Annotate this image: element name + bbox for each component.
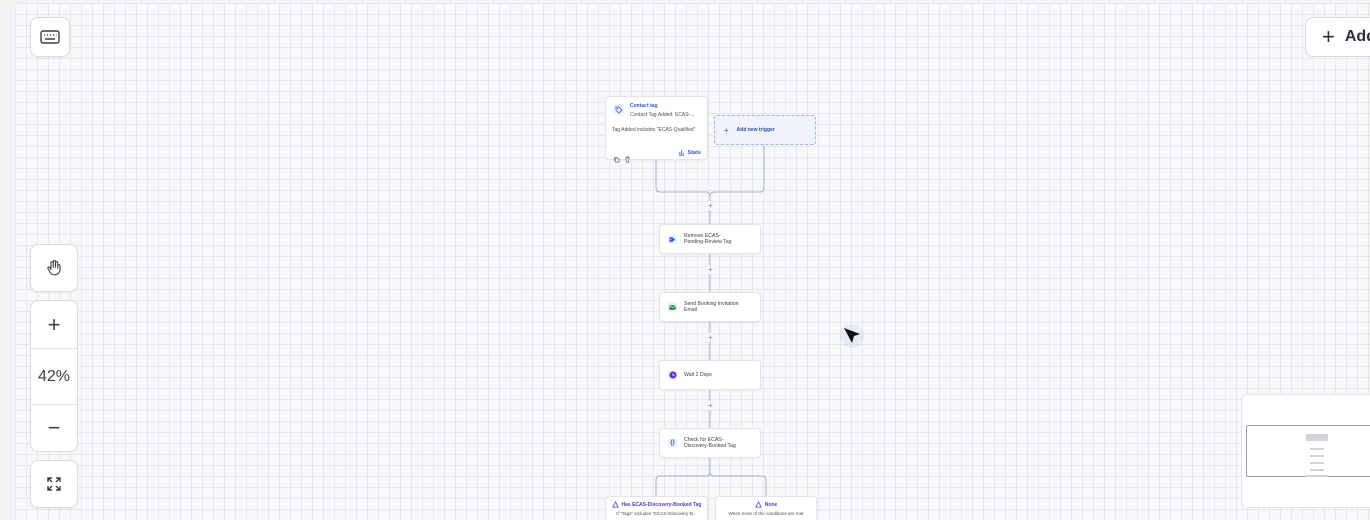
minimap-step — [1310, 469, 1324, 471]
trigger-condition: Tag Added includes "ECAS-Qualified" — [612, 127, 696, 133]
workflow-canvas[interactable]: + + + + Contact tag Contact Tag Added: E… — [15, 3, 1370, 520]
add-step-button[interactable]: + — [706, 265, 715, 274]
more-options-icon[interactable]: ··· — [748, 304, 755, 310]
branch-icon — [611, 501, 619, 508]
add-button-label: Add — [1344, 28, 1370, 45]
bar-chart-icon — [678, 150, 684, 156]
trigger-subtitle: Contact Tag Added: ECAS-... — [630, 112, 695, 118]
minimap-step — [1310, 455, 1324, 457]
tag-remove-icon — [668, 234, 677, 244]
more-options-icon[interactable]: ··· — [748, 236, 755, 242]
cursor-icon — [840, 322, 868, 350]
zoom-out-button[interactable]: − — [31, 405, 77, 451]
keyboard-icon — [40, 30, 60, 44]
action-label: Wait 2 Days — [684, 371, 712, 378]
add-step-button[interactable]: + — [706, 333, 715, 342]
zoom-in-button[interactable]: + — [31, 301, 77, 349]
more-options-icon[interactable]: ··· — [748, 440, 755, 446]
branch-subtitle: When none of the conditions are met — [728, 511, 804, 516]
add-trigger-node[interactable]: + Add new trigger — [714, 115, 816, 145]
branch-title: None — [764, 501, 778, 508]
branch-title: Has ECAS-Discovery-Booked Tag — [621, 501, 702, 508]
minimap-viewport[interactable] — [1246, 425, 1370, 477]
plus-icon: + — [1322, 24, 1335, 49]
action-node[interactable]: Send Booking Invitation Email ··· — [659, 292, 761, 322]
action-label: Remove ECAS-Pending-Review Tag — [684, 232, 732, 246]
delete-icon[interactable] — [624, 150, 631, 168]
minimap-trigger — [1306, 434, 1328, 441]
hand-icon — [47, 259, 61, 276]
fit-view-button[interactable] — [30, 460, 78, 508]
trigger-title: Contact tag — [630, 103, 658, 109]
email-icon — [668, 302, 677, 312]
action-node[interactable]: {} Check for ECAS-Discovery-Booked Tag ·… — [659, 428, 761, 458]
action-node[interactable]: Remove ECAS-Pending-Review Tag ··· — [659, 224, 761, 254]
branch-node[interactable]: None When none of the conditions are met — [715, 496, 817, 520]
add-button[interactable]: + Add — [1305, 17, 1370, 57]
copy-icon[interactable] — [613, 150, 620, 168]
keyboard-shortcuts-button[interactable] — [30, 17, 70, 57]
minimap-step — [1310, 462, 1324, 464]
add-trigger-connector — [709, 145, 765, 197]
trigger-connector — [655, 160, 711, 224]
branch-icon — [754, 501, 762, 508]
zoom-controls: + 42% − — [30, 300, 78, 452]
action-node[interactable]: Wait 2 Days ··· — [659, 360, 761, 390]
zoom-level: 42% — [31, 349, 77, 405]
branch-connector — [655, 458, 767, 496]
action-label: Send Booking Invitation Email — [684, 300, 739, 314]
plus-icon: + — [724, 125, 729, 135]
branch-node[interactable]: Has ECAS-Discovery-Booked Tag If "Tags" … — [605, 496, 708, 520]
stats-link[interactable]: Stats — [678, 149, 701, 156]
clock-icon — [668, 370, 677, 380]
more-options-icon[interactable]: ··· — [748, 372, 755, 378]
add-step-button[interactable]: + — [706, 401, 715, 410]
minimap[interactable] — [1241, 394, 1370, 508]
action-label: Check for ECAS-Discovery-Booked Tag — [684, 436, 736, 450]
minimap-step — [1306, 475, 1328, 477]
expand-icon — [47, 477, 61, 491]
branch-subtitle: If "Tags" includes "ECAS-Discovery-B... — [616, 511, 697, 516]
trigger-node[interactable]: Contact tag Contact Tag Added: ECAS-... … — [605, 96, 708, 163]
pan-tool-button[interactable] — [30, 244, 78, 292]
add-step-button[interactable]: + — [706, 201, 715, 210]
minimap-step — [1310, 448, 1324, 450]
condition-icon: {} — [668, 438, 677, 448]
trigger-tag-icon — [613, 104, 624, 115]
add-trigger-label: Add new trigger — [736, 127, 775, 133]
stats-label: Stats — [687, 149, 701, 156]
